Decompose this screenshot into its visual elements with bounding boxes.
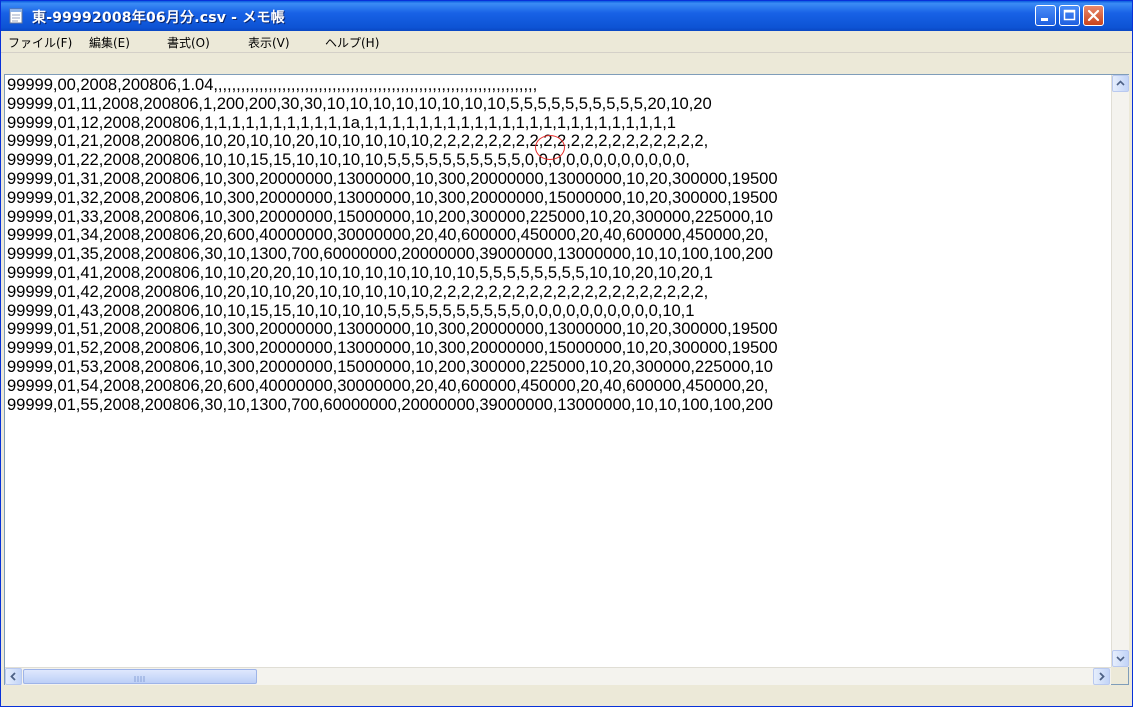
text-line[interactable]: 99999,01,42,2008,200806,10,20,10,10,20,1…: [7, 283, 1107, 302]
text-line[interactable]: 99999,01,53,2008,200806,10,300,20000000,…: [7, 358, 1107, 377]
menu-bar: ファイル(F) 編集(E) 書式(O) 表示(V) ヘルプ(H): [1, 31, 1132, 53]
annotation-circle: [535, 135, 565, 160]
grip-icon: [134, 676, 145, 682]
scroll-right-button[interactable]: [1093, 668, 1110, 685]
text-line[interactable]: 99999,01,43,2008,200806,10,10,15,15,10,1…: [7, 302, 1107, 321]
scroll-up-button[interactable]: [1112, 75, 1129, 92]
vertical-scrollbar[interactable]: [1111, 75, 1129, 667]
menu-edit[interactable]: 編集(E): [89, 34, 130, 51]
text-line[interactable]: 99999,00,2008,200806,1.04,,,,,,,,,,,,,,,…: [7, 76, 1107, 95]
maximize-icon: [1063, 9, 1076, 21]
menu-format[interactable]: 書式(O): [167, 34, 210, 51]
scroll-left-button[interactable]: [5, 668, 22, 685]
menu-help[interactable]: ヘルプ(H): [325, 34, 379, 51]
notepad-icon: [9, 8, 23, 24]
menu-view[interactable]: 表示(V): [248, 34, 290, 51]
close-icon: [1087, 9, 1100, 22]
text-line[interactable]: 99999,01,35,2008,200806,30,10,1300,700,6…: [7, 245, 1107, 264]
chevron-left-icon: [10, 672, 16, 681]
text-line[interactable]: 99999,01,54,2008,200806,20,600,40000000,…: [7, 377, 1107, 396]
notepad-window: 東-99992008年06月分.csv - メモ帳 ファイル(F) 編集(E) …: [0, 0, 1133, 707]
text-line[interactable]: 99999,01,31,2008,200806,10,300,20000000,…: [7, 170, 1107, 189]
text-line[interactable]: 99999,01,55,2008,200806,30,10,1300,700,6…: [7, 396, 1107, 415]
minimize-icon: [1041, 18, 1048, 21]
text-line[interactable]: 99999,01,33,2008,200806,10,300,20000000,…: [7, 208, 1107, 227]
chevron-right-icon: [1099, 672, 1105, 681]
text-line[interactable]: 99999,01,52,2008,200806,10,300,20000000,…: [7, 339, 1107, 358]
text-line[interactable]: 99999,01,32,2008,200806,10,300,20000000,…: [7, 189, 1107, 208]
horizontal-scrollbar[interactable]: [5, 667, 1111, 685]
chevron-down-icon: [1116, 656, 1125, 662]
close-button[interactable]: [1083, 5, 1104, 26]
text-line[interactable]: 99999,01,11,2008,200806,1,200,200,30,30,…: [7, 95, 1107, 114]
resize-grip[interactable]: [1111, 667, 1128, 684]
text-content[interactable]: 99999,00,2008,200806,1.04,,,,,,,,,,,,,,,…: [7, 76, 1107, 414]
text-editor[interactable]: 99999,00,2008,200806,1.04,,,,,,,,,,,,,,,…: [4, 74, 1129, 685]
window-title: 東-99992008年06月分.csv - メモ帳: [32, 10, 285, 26]
title-bar[interactable]: 東-99992008年06月分.csv - メモ帳: [1, 1, 1132, 31]
scroll-thumb[interactable]: [23, 669, 257, 684]
maximize-button[interactable]: [1059, 5, 1080, 26]
text-line[interactable]: 99999,01,41,2008,200806,10,10,20,20,10,1…: [7, 264, 1107, 283]
scroll-down-button[interactable]: [1112, 650, 1129, 667]
text-line[interactable]: 99999,01,34,2008,200806,20,600,40000000,…: [7, 226, 1107, 245]
minimize-button[interactable]: [1035, 5, 1056, 26]
text-line[interactable]: 99999,01,12,2008,200806,1,1,1,1,1,1,1,1,…: [7, 114, 1107, 133]
menu-file[interactable]: ファイル(F): [8, 34, 72, 51]
chevron-up-icon: [1116, 80, 1125, 86]
text-line[interactable]: 99999,01,51,2008,200806,10,300,20000000,…: [7, 320, 1107, 339]
